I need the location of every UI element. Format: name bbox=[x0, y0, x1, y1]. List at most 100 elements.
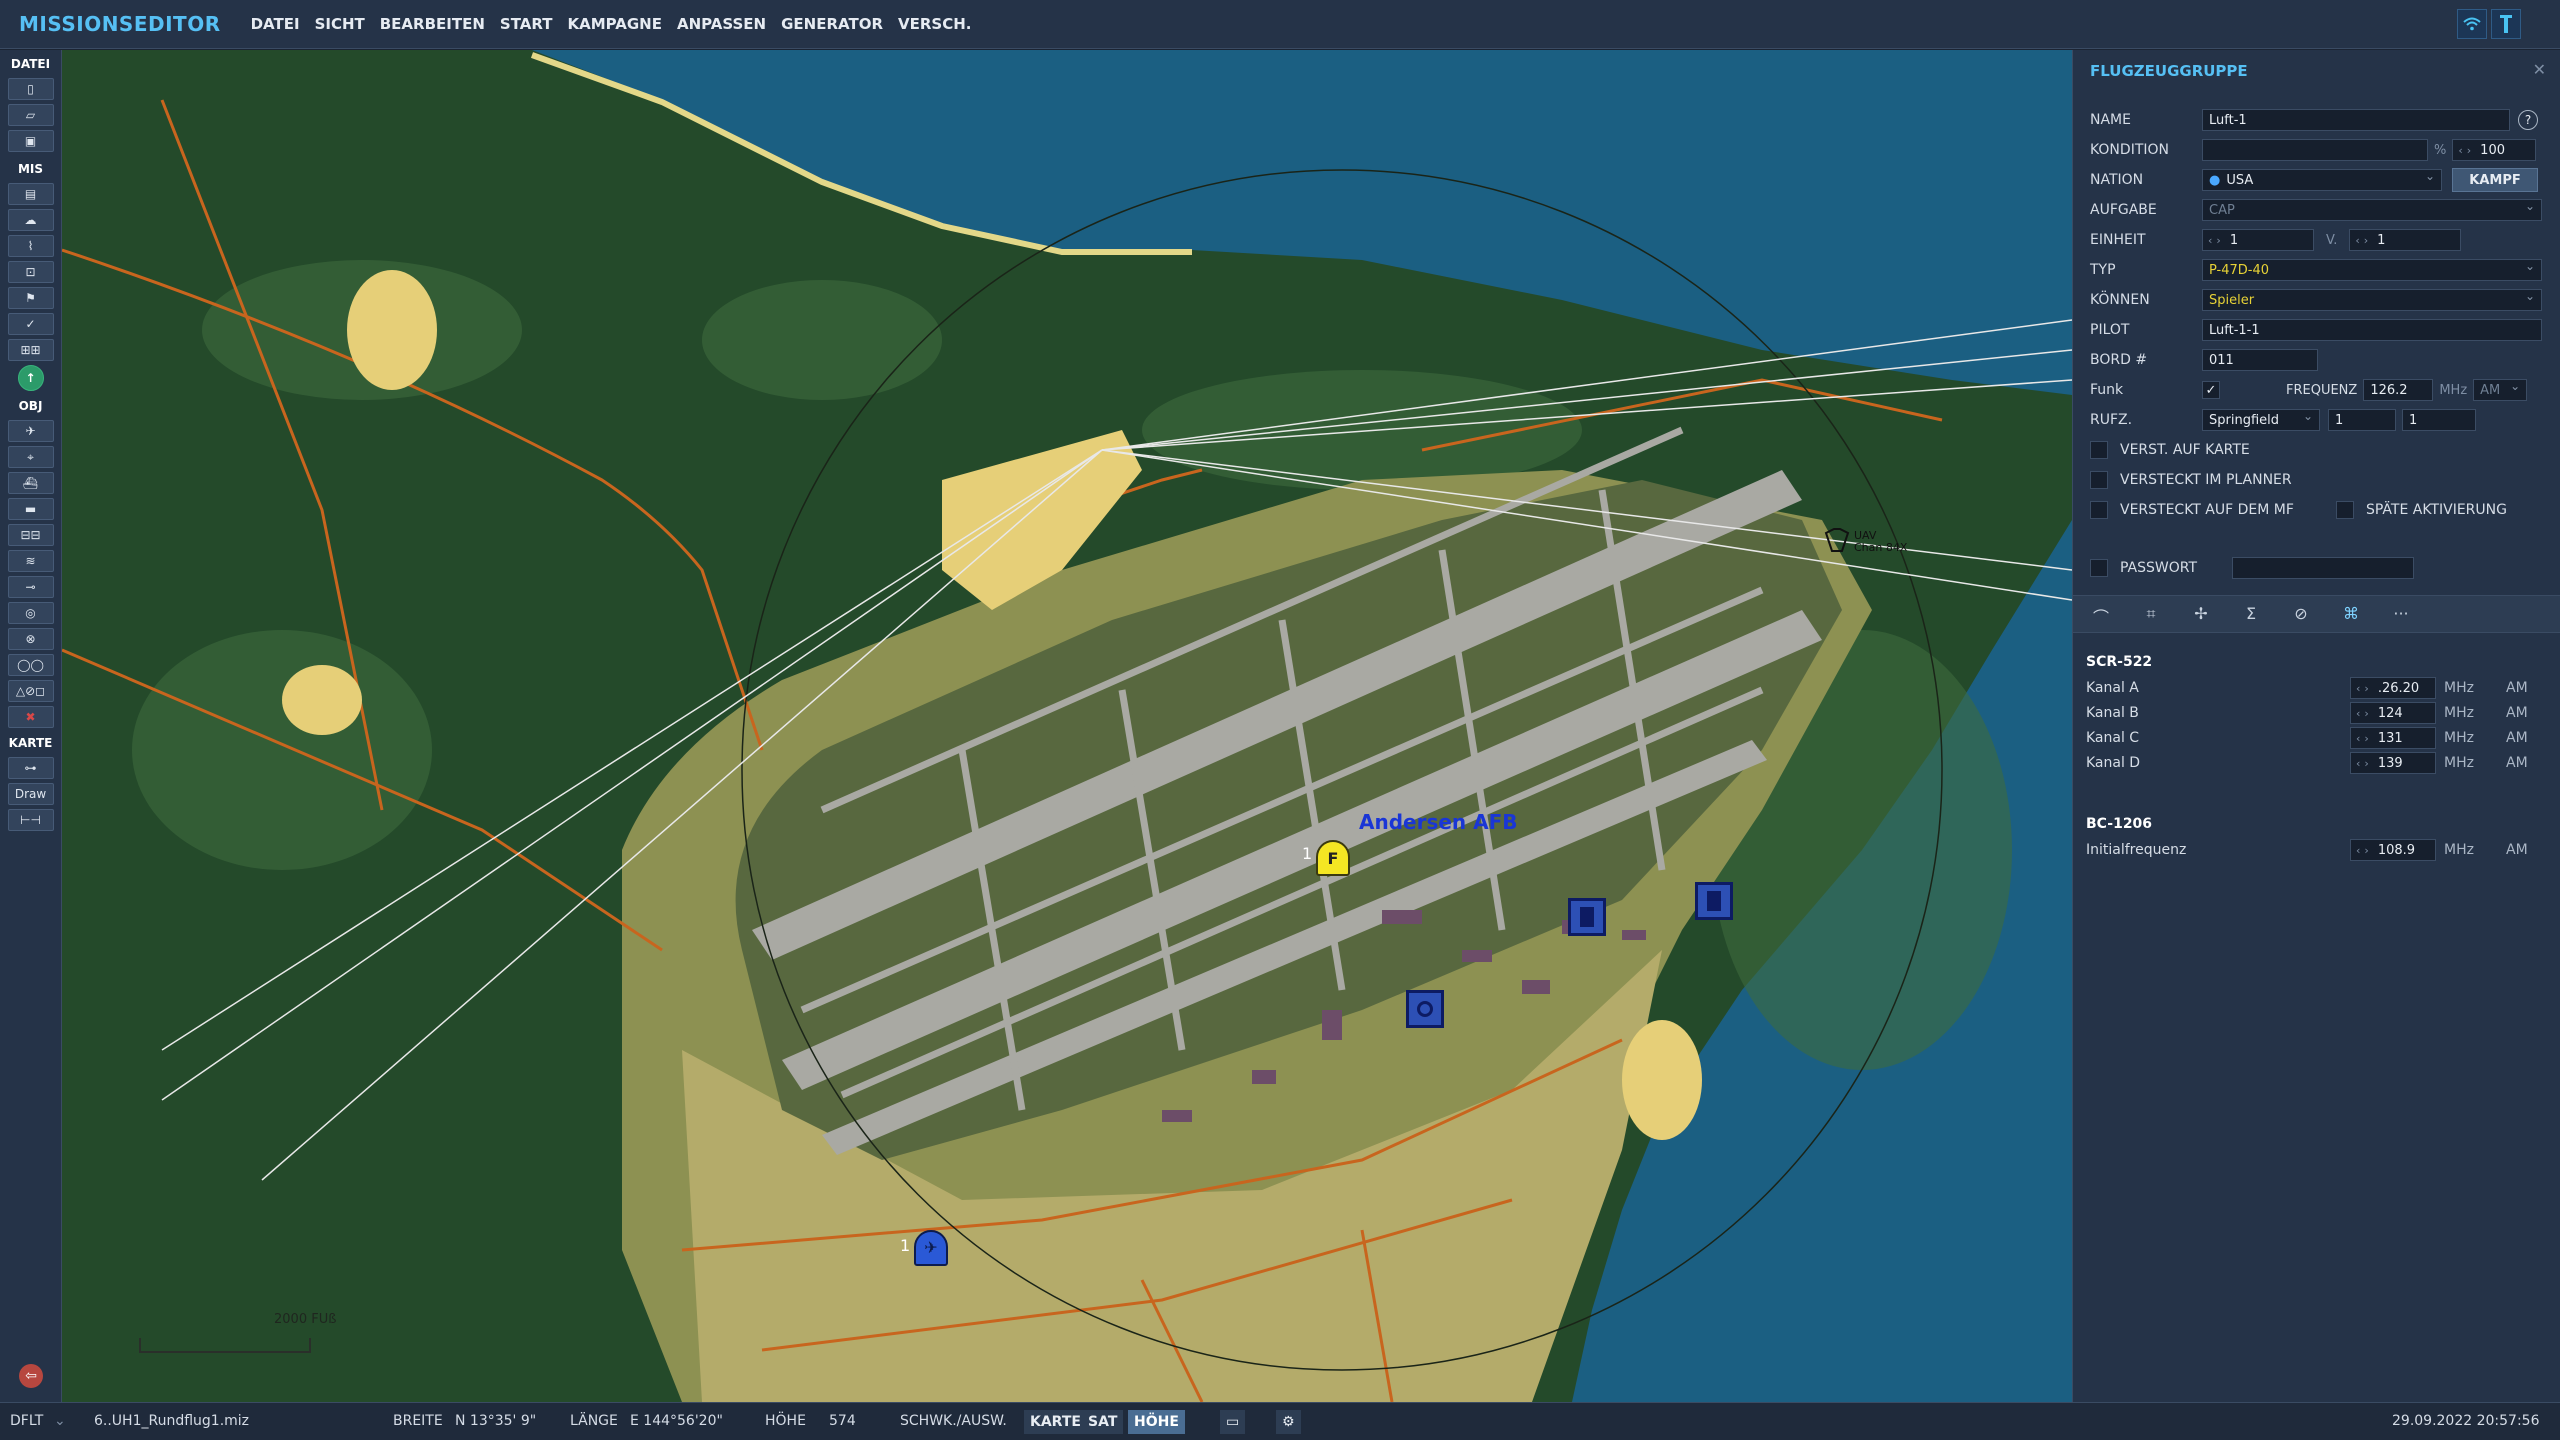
typ-select[interactable]: P-47D-40 bbox=[2202, 259, 2542, 281]
map-options-button[interactable]: ⊶ bbox=[7, 757, 54, 779]
verst-karte-checkbox[interactable] bbox=[2090, 441, 2108, 459]
map-hoehe-button[interactable]: HÖHE bbox=[1128, 1410, 1185, 1434]
channel-d-spinner[interactable]: ‹› 139 bbox=[2350, 752, 2436, 774]
verst-karte-row: VERST. AUF KARTE bbox=[2090, 438, 2250, 462]
mission-briefing-button[interactable]: ▤ bbox=[7, 183, 54, 205]
callsign-number-2[interactable]: 1 bbox=[2402, 409, 2476, 431]
delete-button[interactable]: ✖ bbox=[7, 706, 54, 728]
add-nav-point-button[interactable]: ⊸ bbox=[7, 576, 54, 598]
tab-route-icon[interactable]: ⌒ bbox=[2087, 604, 2115, 627]
map-sat-button[interactable]: SAT bbox=[1082, 1410, 1124, 1434]
channel-a-spinner[interactable]: ‹› .26.20 bbox=[2350, 677, 2436, 699]
add-unit-button[interactable]: ⊗ bbox=[7, 628, 54, 650]
weather-button[interactable]: ☁ bbox=[7, 209, 54, 231]
add-zone-button[interactable]: ◎ bbox=[7, 602, 54, 624]
channel-d-unit: MHz bbox=[2444, 755, 2474, 771]
versteckt-mf-checkbox[interactable] bbox=[2090, 501, 2108, 519]
tab-triggers-icon[interactable]: ⌗ bbox=[2137, 604, 2165, 626]
screenshot-icon[interactable]: ▭ bbox=[1220, 1410, 1246, 1434]
menu-generator[interactable]: GENERATOR bbox=[779, 11, 885, 37]
einheit-spinner[interactable]: ‹› 1 bbox=[2202, 229, 2314, 251]
koennen-select[interactable]: Spieler bbox=[2202, 289, 2542, 311]
blue-static-marker-3[interactable] bbox=[1406, 990, 1444, 1028]
exit-icon[interactable]: ⇦ bbox=[19, 1364, 43, 1388]
trigger-zone-button[interactable]: ⊡ bbox=[7, 261, 54, 283]
chevron-down-icon[interactable]: ⌄ bbox=[54, 1413, 66, 1429]
circle-icon: ⊗ bbox=[25, 632, 36, 646]
tab-summary-icon[interactable]: Σ bbox=[2237, 604, 2265, 626]
tab-radio-icon[interactable]: ⌘ bbox=[2337, 604, 2365, 626]
route-button[interactable]: ⌇ bbox=[7, 235, 54, 257]
bord-input[interactable]: 011 bbox=[2202, 349, 2318, 371]
pilot-input[interactable]: Luft-1-1 bbox=[2202, 319, 2542, 341]
kondition-slider[interactable] bbox=[2202, 139, 2428, 161]
add-airplane-button[interactable]: ✈ bbox=[7, 420, 54, 442]
tab-failures-icon[interactable]: ⊘ bbox=[2287, 604, 2315, 626]
funk-checkbox[interactable]: ✓ bbox=[2202, 381, 2220, 399]
shapes-button[interactable]: △⊘◻ bbox=[7, 680, 54, 702]
map-canvas[interactable]: Andersen AFB 1 F 1 ✈ UAV Chan 84X 2000 F… bbox=[62, 50, 2072, 1402]
einheit-v-spinner[interactable]: ‹› 1 bbox=[2349, 229, 2462, 251]
map-karte-button[interactable]: KARTE bbox=[1024, 1410, 1087, 1434]
spaete-aktivierung-checkbox[interactable] bbox=[2336, 501, 2354, 519]
frequenz-input[interactable]: 126.2 bbox=[2363, 379, 2434, 401]
menu-sicht[interactable]: SICHT bbox=[313, 11, 367, 37]
callsign-number-1[interactable]: 1 bbox=[2328, 409, 2396, 431]
kondition-spinner[interactable]: ‹› 100 bbox=[2452, 139, 2537, 161]
flag-button[interactable]: ⚑ bbox=[7, 287, 54, 309]
add-static-button[interactable]: ⊟⊟ bbox=[7, 524, 54, 546]
goals-button[interactable]: ✓ bbox=[7, 313, 54, 335]
kampf-button[interactable]: KAMPF bbox=[2452, 168, 2538, 192]
document-icon: ▤ bbox=[24, 187, 37, 201]
add-template-button[interactable]: ≋ bbox=[7, 550, 54, 572]
channel-c-spinner[interactable]: ‹› 131 bbox=[2350, 727, 2436, 749]
nation-select[interactable]: ● USA bbox=[2202, 169, 2442, 191]
percent-label: % bbox=[2434, 142, 2447, 158]
tower-icon[interactable] bbox=[2491, 9, 2521, 39]
add-helicopter-button[interactable]: ⌖ bbox=[7, 446, 54, 468]
modulation-select[interactable]: AM bbox=[2473, 379, 2528, 401]
menu-start[interactable]: START bbox=[498, 11, 555, 37]
open-file-button[interactable]: ▱ bbox=[7, 104, 54, 126]
callsign-select[interactable]: Springfield bbox=[2202, 409, 2320, 431]
flight-group-marker[interactable]: F bbox=[1316, 840, 1350, 876]
blue-unit-marker[interactable]: ✈ bbox=[914, 1230, 948, 1266]
menu-kampagne[interactable]: KAMPAGNE bbox=[565, 11, 664, 37]
help-icon[interactable]: ? bbox=[2518, 110, 2538, 130]
menu-anpassen[interactable]: ANPASSEN bbox=[675, 11, 768, 37]
coalitions-button[interactable]: ⊞⊞ bbox=[7, 339, 54, 361]
menu-bearbeiten[interactable]: BEARBEITEN bbox=[378, 11, 487, 37]
profile-select[interactable]: DFLT bbox=[10, 1413, 43, 1429]
blue-static-marker-1[interactable] bbox=[1568, 898, 1606, 936]
airfield-label[interactable]: Andersen AFB bbox=[1359, 810, 1518, 834]
passwort-input[interactable] bbox=[2232, 557, 2414, 579]
save-file-button[interactable]: ▣ bbox=[7, 130, 54, 152]
blue-static-marker-2[interactable] bbox=[1695, 882, 1733, 920]
settings-gear-icon[interactable]: ⚙ bbox=[1276, 1410, 1301, 1434]
menu-datei[interactable]: DATEI bbox=[249, 11, 302, 37]
tab-more-icon[interactable]: ··· bbox=[2387, 604, 2415, 626]
coalition-icon: ⊞⊞ bbox=[20, 343, 41, 357]
status-bar: DFLT ⌄ 6..UH1_Rundflug1.miz BREITE N 13°… bbox=[0, 1402, 2560, 1440]
add-vehicle-button[interactable]: ▬ bbox=[7, 498, 54, 520]
folder-icon: ▱ bbox=[25, 108, 36, 122]
tab-payload-icon[interactable]: ✢ bbox=[2187, 604, 2215, 626]
close-icon[interactable]: ✕ bbox=[2533, 60, 2546, 79]
group-button[interactable]: ◯◯ bbox=[7, 654, 54, 676]
initialfrequenz-spinner[interactable]: ‹› 108.9 bbox=[2350, 839, 2436, 861]
passwort-checkbox[interactable] bbox=[2090, 559, 2108, 577]
name-input[interactable]: Luft-1 bbox=[2202, 109, 2510, 131]
ruler-button[interactable]: ⊢⊣ bbox=[7, 809, 54, 831]
wifi-icon[interactable] bbox=[2457, 9, 2487, 39]
new-file-button[interactable]: ▯ bbox=[7, 78, 54, 100]
bord-row: BORD # 011 bbox=[2090, 348, 2318, 372]
go-button[interactable]: ↑ bbox=[17, 365, 44, 391]
menu-versch[interactable]: VERSCH. bbox=[896, 11, 973, 37]
add-ship-button[interactable]: ⛴ bbox=[7, 472, 54, 494]
kondition-row: KONDITION % ‹› 100 bbox=[2090, 138, 2537, 162]
channel-b-spinner[interactable]: ‹› 124 bbox=[2350, 702, 2436, 724]
versteckt-planner-checkbox[interactable] bbox=[2090, 471, 2108, 489]
aufgabe-select[interactable]: CAP bbox=[2202, 199, 2542, 221]
uav-marker[interactable] bbox=[1822, 525, 1852, 555]
draw-button[interactable]: Draw bbox=[7, 783, 54, 805]
